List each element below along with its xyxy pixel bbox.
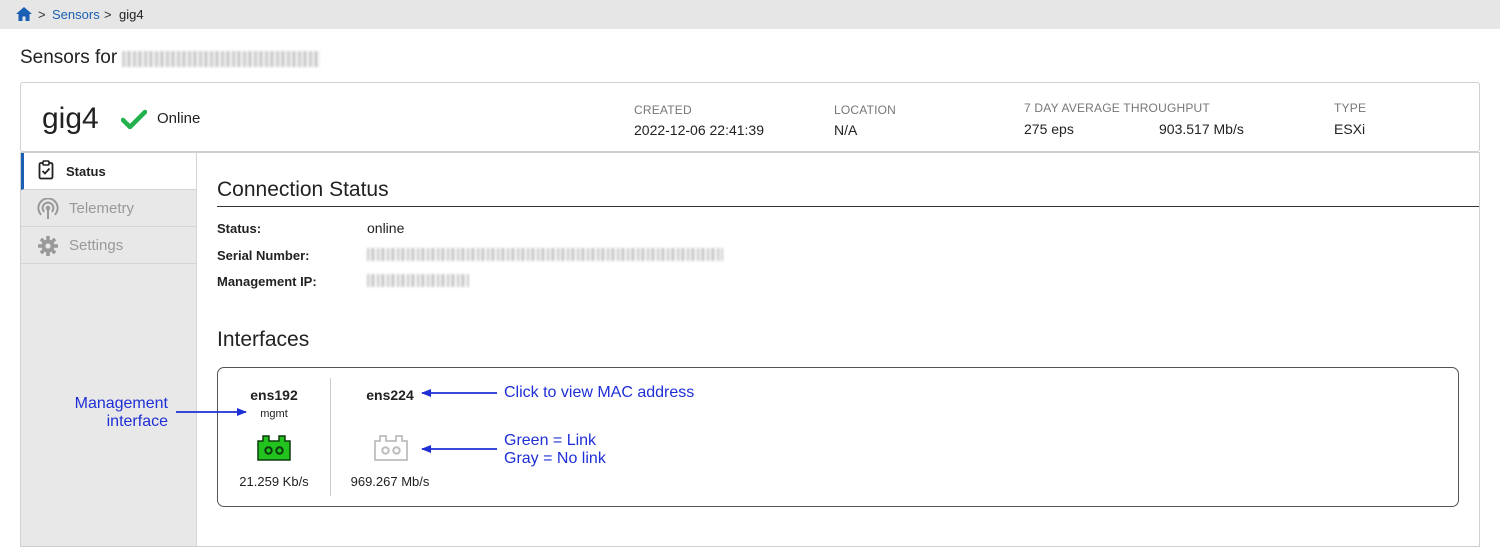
annotation-text: Gray = No link [504, 450, 606, 467]
annotation-arrows [176, 389, 497, 453]
annotation-link-legend: Green = Link Gray = No link [504, 432, 606, 468]
annotation-text: Green = Link [504, 432, 597, 449]
annotation-mac-address: Click to view MAC address [504, 384, 695, 401]
